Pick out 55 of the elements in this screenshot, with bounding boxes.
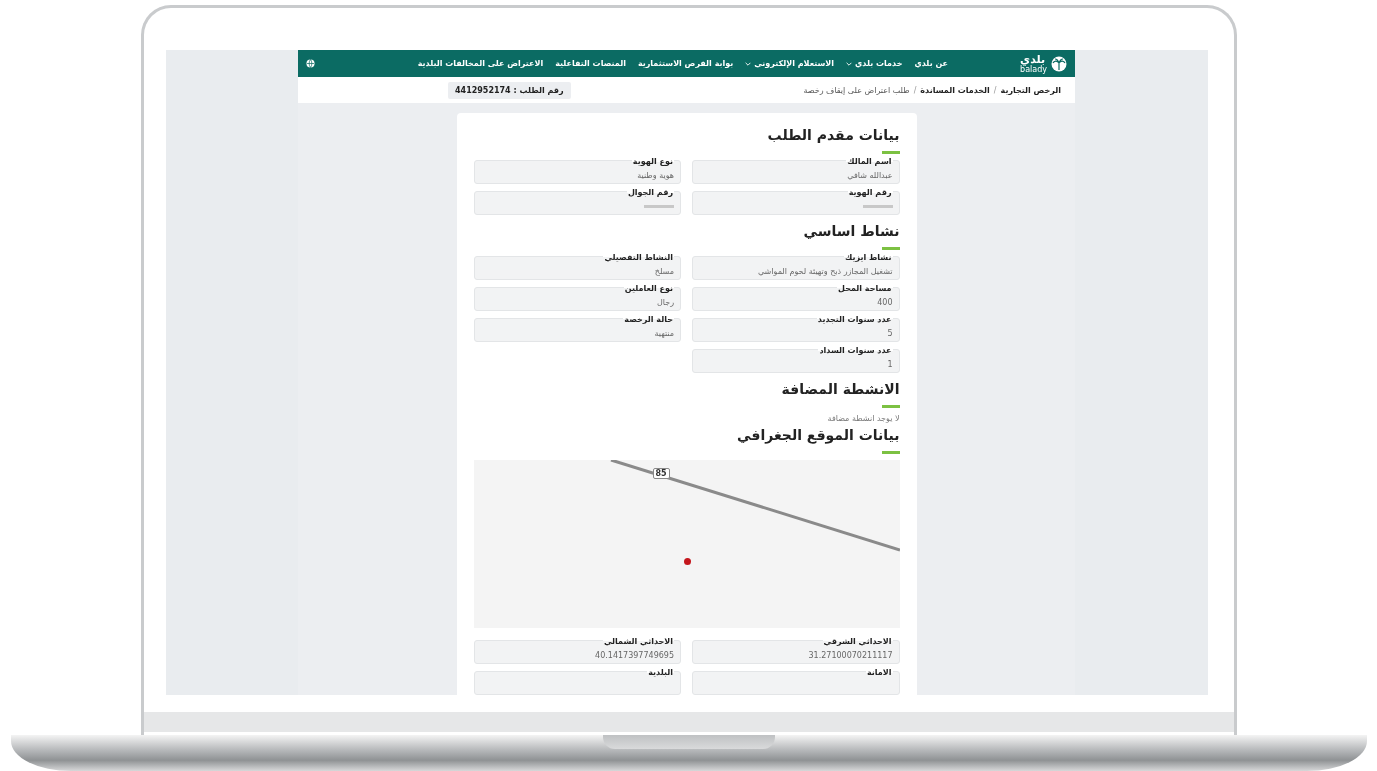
field-label: مساحة المحل — [837, 284, 893, 293]
field-label: نشاط ايزيك — [844, 253, 893, 262]
breadcrumb-link[interactable]: طلب اعتراض على إيقاف رخصة — [803, 85, 910, 95]
title-underline — [881, 151, 900, 154]
nav-link[interactable]: خدمات بلدي — [846, 59, 903, 68]
title-underline — [881, 405, 900, 408]
field-value: 400 — [877, 298, 893, 307]
nav-link[interactable]: عن بلدي — [914, 59, 949, 68]
breadcrumb-separator: / — [913, 85, 917, 95]
field-label: رقم الهوية — [847, 188, 893, 197]
title-underline — [881, 451, 900, 454]
location-pin — [683, 558, 691, 565]
nav-link[interactable]: بوابة الفرص الاستثمارية — [637, 59, 734, 68]
logo-text: بلدي — [1020, 53, 1046, 65]
field-label: الامانة — [866, 668, 893, 677]
field-label: نوع العاملين — [623, 284, 674, 293]
request-number-badge: رقم الطلب : 4412952174 — [448, 81, 571, 99]
breadcrumb-link[interactable]: الخدمات المساندة — [920, 85, 990, 95]
logo-icon — [1051, 55, 1067, 72]
field-label: عدد سنوات التجديد — [816, 315, 893, 324]
globe-icon — [306, 59, 315, 68]
field-label: البلدية — [647, 668, 674, 677]
breadcrumb-separator: / — [993, 85, 997, 95]
field-value: هوية وطنية — [637, 171, 674, 180]
field-value: تشغيل المجازر ذبح وتهيئة لحوم المواشي — [757, 267, 893, 276]
field-label: اسم المالك — [846, 157, 893, 166]
nav-link[interactable]: الاعتراض على المخالفات البلدية — [417, 59, 544, 68]
breadcrumb-link[interactable]: الرخص التجارية — [1000, 85, 1061, 95]
field-value: عبدالله شافي — [847, 171, 893, 180]
field-label: الاحداثي الشرقي — [822, 637, 893, 646]
road-label: 85 — [652, 468, 670, 479]
language-button[interactable] — [306, 59, 315, 68]
field-value: مسلخ — [654, 267, 674, 276]
field-value: 1 — [887, 360, 893, 369]
field-value: رجال — [656, 298, 674, 307]
section-title: الانشطة المضافة — [780, 380, 900, 399]
empty-note: لا يوجد انشطة مضافة — [826, 414, 900, 423]
field-label: حالة الرخصة — [623, 315, 674, 324]
nav-link[interactable]: المنصات التفاعلية — [555, 59, 626, 68]
field-value: 40.1417397749695 — [595, 651, 674, 660]
field-label: رقم الجوال — [626, 188, 674, 197]
field-label: الاحداثي الشمالي — [602, 637, 674, 646]
section-title: نشاط اساسي — [802, 222, 900, 241]
field-label: النشاط التفصيلي — [603, 253, 674, 262]
field-value: 5 — [887, 329, 893, 338]
field-label: نوع الهوية — [631, 157, 674, 166]
field-value: 31.27100070211117 — [808, 651, 893, 660]
field-label: عدد سنوات السداد — [818, 346, 893, 355]
section-title: بيانات مقدم الطلب — [766, 126, 900, 145]
map-view[interactable]: 85 — [473, 460, 900, 628]
section-title: بيانات الموقع الجغرافي — [736, 426, 900, 445]
logo-subtext: balady — [1020, 64, 1047, 74]
title-underline — [881, 247, 900, 250]
field-value: منتهية — [654, 329, 674, 338]
nav-link[interactable]: الاستعلام الإلكتروني — [745, 59, 834, 68]
